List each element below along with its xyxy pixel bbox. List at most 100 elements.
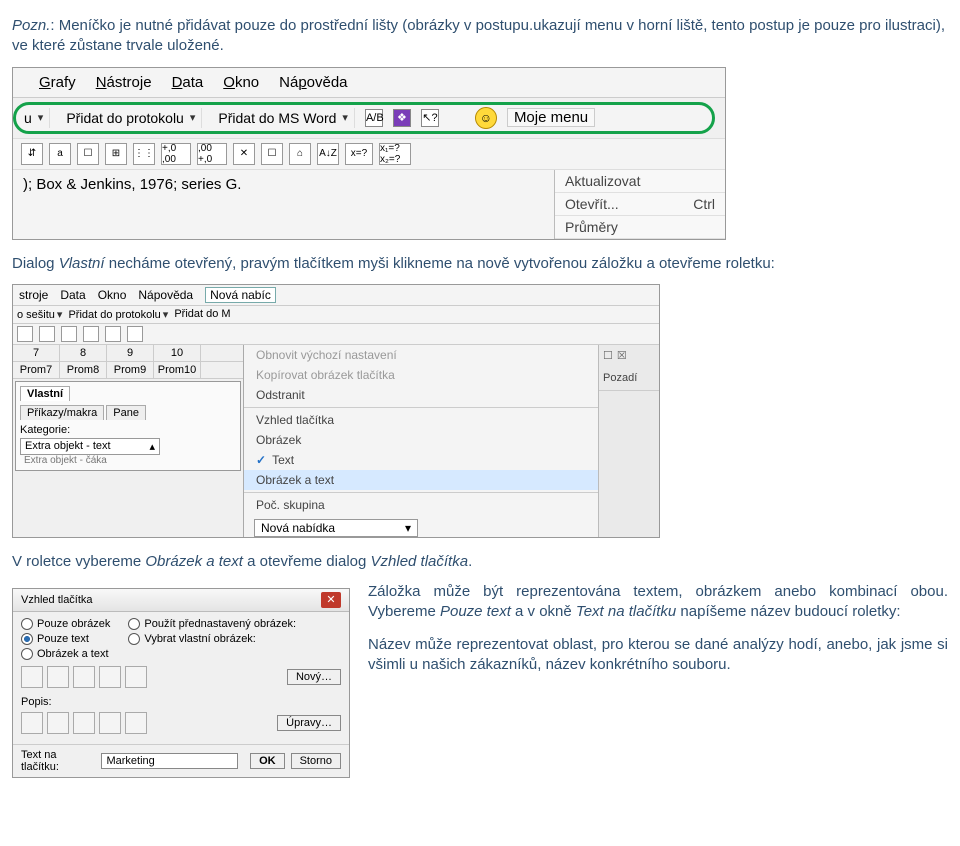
mid2-paragraph: V roletce vybereme Obrázek a text a otev…: [12, 552, 948, 572]
menu-okno[interactable]: Okno: [223, 74, 259, 91]
tb-icon[interactable]: [39, 326, 55, 342]
tb-icon[interactable]: ☐: [77, 143, 99, 165]
menu-item[interactable]: stroje: [19, 288, 48, 302]
kategorie-select[interactable]: Extra objekt - text▴: [20, 438, 160, 455]
tab-vlastni[interactable]: Vlastní: [20, 386, 70, 401]
radio-pouze-text[interactable]: Pouze text: [21, 633, 110, 645]
tb-icon[interactable]: ✕: [233, 143, 255, 165]
toolbar: o sešitu Přidat do protokolu Přidat do M: [13, 306, 659, 324]
tb-dec-inc-icon[interactable]: +,0 ,00: [161, 143, 191, 165]
text-na-tlacitku-label: Text na tlačítku:: [21, 749, 95, 773]
ctx-prumery[interactable]: Průměry: [555, 216, 725, 239]
radio-pouze-obrazek[interactable]: Pouze obrázek: [21, 618, 110, 630]
tb-icon[interactable]: ⋮⋮: [133, 143, 155, 165]
upravy-button[interactable]: Úpravy…: [277, 715, 341, 731]
ctx-group[interactable]: Poč. skupina: [244, 495, 598, 515]
tb-sort-icon[interactable]: A↓Z: [317, 143, 339, 165]
tb-icon[interactable]: [127, 326, 143, 342]
help-arrow-icon[interactable]: ↖?: [421, 109, 439, 127]
icon-choice[interactable]: [73, 712, 95, 734]
tb-xeq-icon[interactable]: x=?: [345, 143, 373, 165]
ctx-image-text[interactable]: Obrázek a text: [244, 470, 598, 490]
tb-icon[interactable]: ⌂: [289, 143, 311, 165]
close-icon[interactable]: ✕: [321, 592, 341, 608]
window-controls[interactable]: ☐ ☒: [599, 345, 659, 366]
ctx-text[interactable]: Text: [244, 450, 598, 470]
marker-u[interactable]: u: [18, 108, 50, 128]
menu-grafy[interactable]: Grafy: [39, 74, 76, 91]
right-click-menu: Obnovit výchozí nastavení Kopírovat obrá…: [243, 345, 598, 537]
ab-icon[interactable]: A/B: [365, 109, 383, 127]
tb-sesit[interactable]: o sešitu: [17, 308, 62, 321]
ctx-look[interactable]: Vzhled tlačítka: [244, 410, 598, 430]
tab-prikazy[interactable]: Příkazy/makra: [20, 405, 104, 420]
radio-prednastaveny[interactable]: Použít přednastavený obrázek:: [128, 618, 296, 630]
tb-icon[interactable]: [61, 326, 77, 342]
radio-vlastni-obrazek[interactable]: Vybrat vlastní obrázek:: [128, 633, 296, 645]
tb-icon[interactable]: ⇵: [21, 143, 43, 165]
ctx-delete[interactable]: Odstranit: [244, 385, 598, 405]
novy-button[interactable]: Nový…: [287, 669, 341, 685]
icon-choice[interactable]: [125, 666, 147, 688]
t: a v okně: [511, 603, 576, 620]
tb-a-icon[interactable]: a: [49, 143, 71, 165]
tb-icon[interactable]: [105, 326, 121, 342]
tb-icon[interactable]: [83, 326, 99, 342]
ctx-aktualizovat[interactable]: Aktualizovat: [555, 170, 725, 193]
ctx-otevrit[interactable]: Otevřít... Ctrl: [555, 193, 725, 216]
menu-nastroje[interactable]: Nástroje: [96, 74, 152, 91]
tab-pozadi[interactable]: Pozadí: [599, 366, 659, 391]
book-icon[interactable]: ❖: [393, 109, 411, 127]
tb-icon[interactable]: ⊞: [105, 143, 127, 165]
left-panel: 7 8 9 10 Prom7 Prom8 Prom9 Prom10 Vlastn…: [13, 345, 243, 537]
icon-choice[interactable]: [99, 666, 121, 688]
tb-msword[interactable]: Přidat do M: [174, 308, 230, 320]
new-menu-chip[interactable]: Nová nabíc: [205, 287, 276, 303]
highlighted-toolbar: u Přidat do protokolu Přidat do MS Word …: [13, 102, 715, 134]
ctx-image[interactable]: Obrázek: [244, 430, 598, 450]
btn-protokol[interactable]: Přidat do protokolu: [60, 108, 202, 128]
tb-protokol[interactable]: Přidat do protokolu: [68, 308, 168, 321]
radio-col-2: Použít přednastavený obrázek: Vybrat vla…: [128, 618, 296, 660]
icon-choice[interactable]: [99, 712, 121, 734]
tab-pane[interactable]: Pane: [106, 405, 146, 420]
menu-napoveda[interactable]: Nápověda: [279, 74, 347, 91]
t: napíšeme název budoucí roletky:: [676, 603, 900, 620]
note-label: Pozn.: [12, 17, 50, 34]
t-italic: Text na tlačítku: [576, 603, 676, 620]
icon-choice[interactable]: [47, 666, 69, 688]
col-head: Prom7: [13, 362, 60, 378]
t: Dialog: [12, 255, 59, 272]
smiley-icon[interactable]: ☺: [475, 107, 497, 129]
menu-item[interactable]: Data: [60, 288, 85, 302]
combo-label: Nová nabídka: [261, 521, 335, 535]
ctx-shortcut: Ctrl: [693, 196, 715, 212]
col-head: 10: [154, 345, 201, 361]
radio-col-1: Pouze obrázek Pouze text Obrázek a text: [21, 618, 110, 660]
text-na-tlacitku-input[interactable]: Marketing: [101, 753, 238, 769]
nova-nabidka-combo[interactable]: Nová nabídka▾: [254, 519, 418, 537]
mid-paragraph: Dialog Vlastní necháme otevřený, pravým …: [12, 254, 948, 274]
storno-button[interactable]: Storno: [291, 753, 341, 769]
menu-data[interactable]: Data: [172, 74, 204, 91]
icon-choice[interactable]: [21, 666, 43, 688]
menu-item[interactable]: Okno: [98, 288, 127, 302]
tb-x12-icon[interactable]: x₁=? x₂=?: [379, 143, 411, 165]
t: necháme otevřený, pravým tlačítkem myši …: [105, 255, 775, 272]
menu-item[interactable]: Nápověda: [138, 288, 193, 302]
ctx-copy: Kopírovat obrázek tlačítka: [244, 365, 598, 385]
tb-dec-dec-icon[interactable]: ,00 +,0: [197, 143, 227, 165]
moje-menu-button[interactable]: Moje menu: [507, 108, 595, 127]
tb-icon[interactable]: [17, 326, 33, 342]
ok-button[interactable]: OK: [250, 753, 285, 769]
icon-choice[interactable]: [21, 712, 43, 734]
tb-icon[interactable]: ☐: [261, 143, 283, 165]
screenshot-vzhled-dialog: Vzhled tlačítka ✕ Pouze obrázek Pouze te…: [12, 588, 350, 778]
icon-choice[interactable]: [73, 666, 95, 688]
icon-choice[interactable]: [125, 712, 147, 734]
icon-choice[interactable]: [47, 712, 69, 734]
btn-msword[interactable]: Přidat do MS Word: [212, 108, 355, 128]
radio-obrazek-a-text[interactable]: Obrázek a text: [21, 648, 110, 660]
col-head: Prom8: [60, 362, 107, 378]
opt: Extra objekt - text: [25, 440, 111, 453]
